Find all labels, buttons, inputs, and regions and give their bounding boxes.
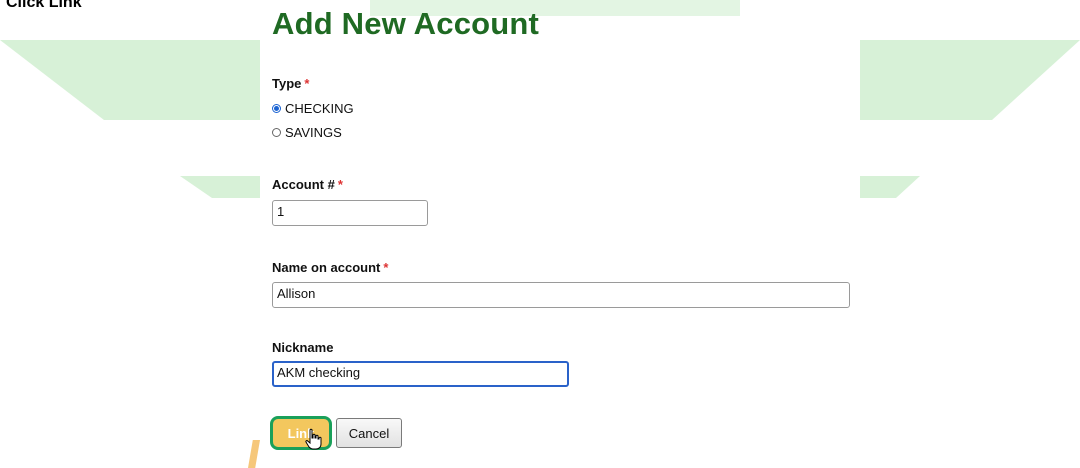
background-band	[0, 40, 260, 120]
radio-savings[interactable]: SAVINGS	[272, 125, 342, 140]
type-label-text: Type	[272, 76, 302, 91]
hand-pointer-icon	[305, 428, 322, 450]
account-number-input[interactable]: 1	[272, 200, 428, 226]
required-mark: *	[304, 76, 310, 91]
background-band	[180, 176, 260, 198]
instruction-target: Link	[48, 0, 82, 11]
cancel-button[interactable]: Cancel	[336, 418, 402, 448]
radio-savings-label: SAVINGS	[285, 125, 342, 140]
nickname-input[interactable]: AKM checking	[272, 361, 569, 387]
nickname-label: Nickname	[272, 340, 334, 355]
radio-checked-icon[interactable]	[272, 104, 281, 113]
name-on-account-input[interactable]: Allison	[272, 282, 850, 308]
required-mark: *	[337, 177, 343, 192]
background-band	[860, 176, 920, 198]
decorative-accent	[248, 440, 260, 468]
type-label: Type *	[272, 76, 309, 91]
instruction-prefix: Click	[6, 0, 45, 11]
account-number-label-text: Account #	[272, 177, 335, 192]
required-mark: *	[383, 260, 389, 275]
instruction-text: Click Link	[6, 0, 82, 12]
link-button[interactable]: Link	[270, 416, 332, 450]
page-title: Add New Account	[272, 6, 540, 41]
account-number-label: Account # *	[272, 177, 343, 192]
background-band	[860, 40, 1080, 120]
radio-unchecked-icon[interactable]	[272, 128, 281, 137]
name-on-account-label-text: Name on account	[272, 260, 381, 275]
radio-checking-label: CHECKING	[285, 101, 354, 116]
name-on-account-label: Name on account *	[272, 260, 388, 275]
radio-checking[interactable]: CHECKING	[272, 101, 354, 116]
